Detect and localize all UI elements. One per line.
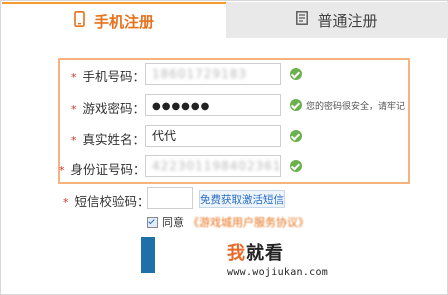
realname-input[interactable]: 代代	[145, 125, 281, 147]
document-icon	[296, 11, 309, 29]
required-star: *	[59, 164, 65, 177]
realname-label-wrap: * 真实姓名：	[71, 129, 145, 148]
phone-value: 18601729183	[152, 67, 247, 81]
sms-label: 短信校验码：	[74, 194, 150, 209]
realname-valid-check-icon	[290, 130, 302, 142]
agree-label: 同意	[162, 216, 184, 229]
password-valid-check-icon	[290, 99, 302, 111]
idcard-value: 422301198402361217	[152, 159, 281, 173]
idcard-valid-check-icon	[290, 160, 302, 172]
agree-checkbox[interactable]	[147, 216, 158, 228]
watermark-brand: 我就看	[227, 239, 284, 265]
password-label-wrap: * 游戏密码：	[71, 98, 145, 117]
required-star: *	[71, 103, 77, 116]
tab-phone-register[interactable]: 手机注册	[2, 2, 226, 38]
tab-normal-register-label: 普通注册	[317, 11, 378, 30]
required-star: *	[71, 134, 77, 147]
password-input[interactable]: ●●●●●●	[145, 94, 281, 116]
password-value: ●●●●●●	[152, 101, 211, 112]
register-submit-button[interactable]	[141, 237, 155, 273]
get-sms-code-button[interactable]: 免费获取激活短信	[199, 190, 285, 208]
idcard-input[interactable]: 422301198402361217	[145, 155, 281, 177]
idcard-label-wrap: * 身份证号码：	[59, 159, 146, 178]
phone-valid-check-icon	[290, 68, 302, 80]
sms-code-input[interactable]	[147, 187, 193, 209]
watermark-brand-highlight: 我	[227, 243, 246, 264]
required-star: *	[63, 196, 69, 209]
terms-link[interactable]: 《游戏城用户服务协议》	[188, 214, 309, 230]
watermark-url: www.wojiukan.com	[227, 267, 329, 278]
password-label: 游戏密码：	[82, 101, 146, 116]
idcard-label: 身份证号码：	[70, 162, 146, 177]
tab-bar: 手机注册 普通注册	[2, 2, 448, 38]
realname-value: 代代	[152, 129, 177, 143]
phone-label: 手机号码：	[82, 69, 146, 84]
registration-panel: 手机注册 普通注册 * 手机号码： 18601729183 * 游戏密码： ●●●●…	[0, 0, 448, 295]
required-star: *	[71, 71, 77, 84]
site-watermark: 我就看 www.wojiukan.com	[155, 231, 441, 289]
phone-input[interactable]: 18601729183	[145, 63, 281, 85]
agreement-row: 同意 《游戏城用户服务协议》	[147, 214, 309, 230]
tab-phone-register-label: 手机注册	[93, 12, 154, 31]
password-strength-hint: 您的密码很安全，请牢记	[306, 102, 406, 112]
phone-icon	[74, 11, 85, 31]
phone-label-wrap: * 手机号码：	[71, 66, 145, 85]
watermark-brand-rest: 就看	[246, 243, 284, 264]
realname-label: 真实姓名：	[82, 132, 146, 147]
tab-normal-register[interactable]: 普通注册	[226, 2, 448, 38]
sms-label-wrap: * 短信校验码：	[63, 191, 150, 210]
